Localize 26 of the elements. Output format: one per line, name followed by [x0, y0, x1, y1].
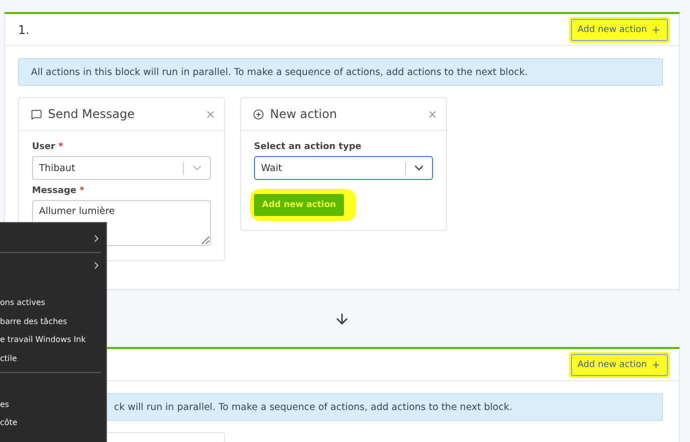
card-title: Send Message: [48, 107, 136, 121]
select-field[interactable]: Thibaut: [32, 156, 211, 180]
close-icon[interactable]: [205, 108, 216, 120]
field-label: Select an action type: [254, 142, 362, 152]
menu-item[interactable]: ons actives: [0, 298, 46, 308]
add-action-button[interactable]: Add new action: [570, 354, 668, 376]
required-mark: *: [57, 142, 64, 152]
field-label: User *: [32, 142, 64, 152]
menu-item[interactable]: barre des tâches: [0, 316, 68, 326]
plus-icon: [651, 24, 661, 34]
close-icon[interactable]: [427, 108, 438, 120]
card-title: New action: [270, 107, 338, 121]
menu-item[interactable]: ctile: [0, 354, 17, 363]
add-action-button[interactable]: Add new action: [570, 18, 668, 40]
block-number: 1.: [18, 22, 30, 36]
info-alert: All actions in this block will run in parallel. To make a sequence of actions, add actions to the next block.: [18, 58, 663, 86]
menu-item[interactable]: côte: [0, 418, 18, 428]
plus-circle-icon: [253, 108, 264, 120]
required-mark: *: [78, 186, 84, 196]
menu-item[interactable]: e travail Windows Ink: [0, 335, 86, 344]
arrow-down-icon: [334, 310, 350, 326]
plus-icon: [651, 360, 661, 370]
speech-bubble-icon: [31, 108, 42, 120]
field-label: Message *: [32, 186, 86, 196]
select-field[interactable]: Wait: [254, 156, 433, 180]
menu-item[interactable]: es: [0, 400, 10, 409]
